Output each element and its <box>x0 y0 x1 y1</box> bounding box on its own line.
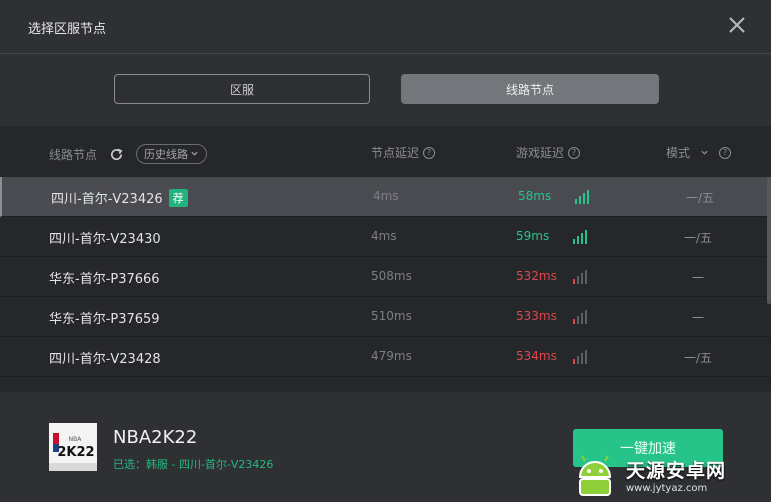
watermark-name: 天源安卓网 <box>626 460 727 482</box>
game-title: NBA2K22 <box>113 427 198 448</box>
node-name-label: 华东-首尔-P37659 <box>49 312 160 327</box>
node-name-label: 四川-首尔-V23426 <box>51 192 163 207</box>
recommended-badge: 荐 <box>168 188 188 207</box>
node-table: 线路节点 历史线路 节点延迟 ? 游戏延迟 ? 模式 ? 四川-首尔-V2342… <box>0 126 771 392</box>
android-logo-icon <box>578 455 612 496</box>
cover-brand: NBA <box>69 436 83 443</box>
node-name-label: 四川-首尔-V23428 <box>49 352 161 367</box>
table-row[interactable]: 华东-首尔-P37666 508ms 532ms 一 <box>0 257 771 297</box>
node-name: 华东-首尔-P37666 <box>49 268 160 287</box>
selected-node-text: 已选：韩服 - 四川-首尔-V23426 <box>113 458 274 471</box>
node-latency: 510ms <box>371 309 412 323</box>
game-latency: 534ms <box>516 349 557 363</box>
chevron-down-icon <box>700 148 709 157</box>
mode-value: 一/五 <box>684 351 713 365</box>
watermark: 天源安卓网 www.jytyaz.com <box>572 452 768 498</box>
node-latency: 479ms <box>371 349 412 363</box>
dialog-header: 选择区服节点 <box>0 0 771 54</box>
history-lines-button[interactable]: 历史线路 <box>136 144 208 164</box>
column-node-latency: 节点延迟 ? <box>371 144 436 161</box>
tab-bar: 区服 线路节点 <box>0 54 771 126</box>
node-latency: 4ms <box>371 229 397 243</box>
table-header: 线路节点 历史线路 节点延迟 ? 游戏延迟 ? 模式 ? <box>0 126 771 177</box>
close-icon[interactable] <box>727 15 747 35</box>
game-latency: 533ms <box>516 309 557 323</box>
dialog-title: 选择区服节点 <box>28 22 107 37</box>
column-node: 线路节点 历史线路 <box>49 144 208 164</box>
cover-text: 2K22 <box>57 445 94 460</box>
signal-weak-icon <box>573 270 587 284</box>
signal-weak-icon <box>573 310 587 324</box>
column-mode-label: 模式 <box>666 146 691 160</box>
table-row[interactable]: 四川-首尔-V23426 荐 4ms 58ms 一/五 <box>0 177 771 217</box>
node-name-label: 四川-首尔-V23430 <box>49 232 161 247</box>
column-game-latency-label: 游戏延迟 <box>516 146 565 160</box>
node-name-label: 华东-首尔-P37666 <box>49 272 160 287</box>
signal-good-icon <box>573 230 587 244</box>
game-latency: 532ms <box>516 269 557 283</box>
column-mode[interactable]: 模式 ? <box>666 144 732 161</box>
signal-good-icon <box>575 190 589 204</box>
column-node-label: 线路节点 <box>49 147 98 162</box>
node-latency: 4ms <box>373 189 399 203</box>
tab-line-node[interactable]: 线路节点 <box>401 74 659 104</box>
node-latency: 508ms <box>371 269 412 283</box>
table-row[interactable] <box>0 377 771 392</box>
mode-value: 一/五 <box>684 231 713 245</box>
node-name: 四川-首尔-V23430 <box>49 228 161 247</box>
column-game-latency: 游戏延迟 ? <box>516 144 581 161</box>
history-lines-label: 历史线路 <box>144 148 189 161</box>
table-row[interactable]: 四川-首尔-V23428 479ms 534ms 一/五 <box>0 337 771 377</box>
help-icon[interactable]: ? <box>568 146 581 159</box>
mode-value: 一 <box>692 271 705 285</box>
game-latency: 59ms <box>516 229 550 243</box>
help-icon[interactable]: ? <box>423 146 436 159</box>
table-row[interactable]: 华东-首尔-P37659 510ms 533ms 一 <box>0 297 771 337</box>
mode-value: 一/五 <box>686 191 715 205</box>
node-name: 华东-首尔-P37659 <box>49 308 160 327</box>
tab-region[interactable]: 区服 <box>114 74 370 104</box>
scrollbar[interactable] <box>767 177 771 304</box>
chevron-down-icon <box>190 148 199 161</box>
game-cover-image: NBA 2K22 <box>49 423 97 471</box>
column-node-latency-label: 节点延迟 <box>371 146 420 160</box>
table-row[interactable]: 四川-首尔-V23430 4ms 59ms 一/五 <box>0 217 771 257</box>
refresh-icon[interactable] <box>109 147 124 162</box>
game-latency: 58ms <box>518 189 552 203</box>
node-name: 四川-首尔-V23428 <box>49 348 161 367</box>
node-name: 四川-首尔-V23426 荐 <box>51 188 188 207</box>
mode-value: 一 <box>692 311 705 325</box>
watermark-url: www.jytyaz.com <box>626 483 708 494</box>
help-icon[interactable]: ? <box>719 146 732 159</box>
signal-weak-icon <box>573 350 587 364</box>
